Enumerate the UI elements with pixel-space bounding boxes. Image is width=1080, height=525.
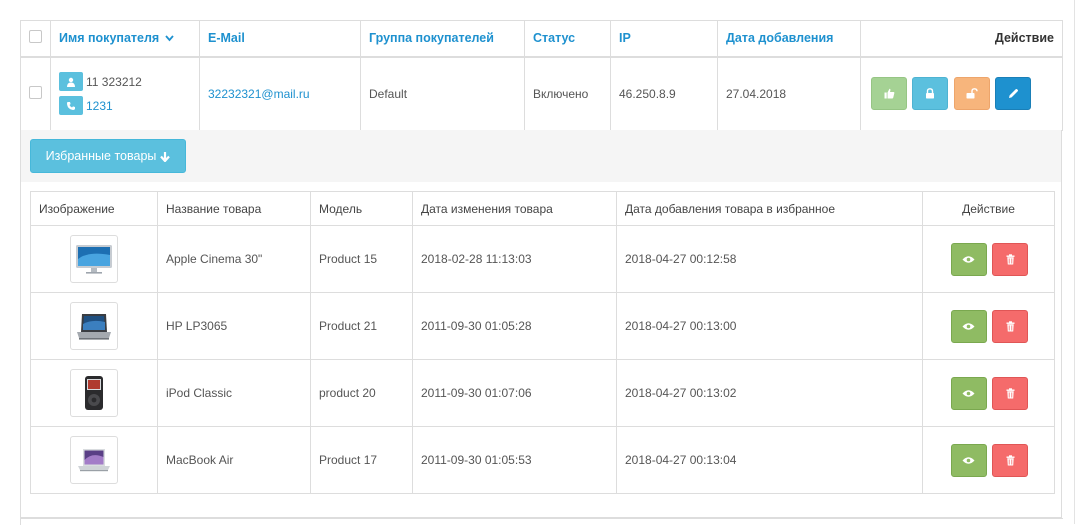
wl-product-added: 2018-04-27 00:13:02 <box>616 359 923 427</box>
wl-product-added: 2018-04-27 00:12:58 <box>616 225 923 293</box>
pencil-icon <box>1008 89 1018 99</box>
customer-ip: 46.250.8.9 <box>610 56 718 131</box>
trash-icon <box>1006 253 1015 264</box>
delete-product-button[interactable] <box>992 376 1029 410</box>
wishlist-row: Apple Cinema 30" Product 15 2018-02-28 1… <box>30 225 1055 293</box>
edit-button[interactable] <box>995 77 1032 111</box>
delete-product-button[interactable] <box>992 242 1029 276</box>
unlock-button[interactable] <box>953 77 990 111</box>
eye-icon <box>962 389 975 397</box>
wl-col-action: Действие <box>922 191 1055 226</box>
user-icon[interactable] <box>59 72 83 92</box>
wl-product-name: Apple Cinema 30" <box>157 225 311 293</box>
eye-icon <box>962 255 975 263</box>
macbook-thumbnail-icon[interactable] <box>70 436 118 484</box>
wl-actions-cell <box>922 292 1055 360</box>
delete-product-button[interactable] <box>992 309 1029 343</box>
wl-product-model: Product 15 <box>310 225 413 293</box>
laptop-thumbnail-icon[interactable] <box>70 302 118 350</box>
chevron-down-icon <box>165 34 174 45</box>
wl-product-modified: 2011-09-30 01:05:53 <box>412 426 617 494</box>
wishlist-table-wrap: Изображение Название товара Модель Дата … <box>21 182 1061 517</box>
col-header-ip[interactable]: IP <box>610 20 718 58</box>
wl-product-model: Product 17 <box>310 426 413 494</box>
lock-button[interactable] <box>912 77 949 111</box>
monitor-thumbnail-icon[interactable] <box>70 235 118 283</box>
delete-product-button[interactable] <box>992 443 1029 477</box>
wl-product-model: product 20 <box>310 359 413 427</box>
wishlist-row: MacBook Air Product 17 2011-09-30 01:05:… <box>30 426 1055 494</box>
wl-product-modified: 2011-09-30 01:07:06 <box>412 359 617 427</box>
wishlist-table: Изображение Название товара Модель Дата … <box>30 191 1055 494</box>
trash-icon <box>1006 387 1015 398</box>
wl-col-modified: Дата изменения товара <box>412 191 617 226</box>
eye-icon <box>962 322 975 330</box>
wl-product-name: MacBook Air <box>157 426 311 494</box>
wishlist-toggle-label: Избранные товары <box>45 149 157 163</box>
arrow-down-icon <box>160 151 171 162</box>
customer-status: Включено <box>524 56 611 131</box>
wl-actions-cell <box>922 225 1055 293</box>
wishlist-toggle-button[interactable]: Избранные товары <box>30 139 186 173</box>
customer-phone-line: 1231 <box>59 94 191 118</box>
wl-product-name: iPod Classic <box>157 359 311 427</box>
wl-product-model: Product 21 <box>310 292 413 360</box>
customer-date-added: 27.04.2018 <box>717 56 861 131</box>
view-product-button[interactable] <box>950 242 987 276</box>
customers-table: Имя покупателя E-Mail Группа покупателей… <box>20 20 1063 131</box>
customer-name-line: 11 323212 <box>59 70 191 94</box>
view-product-button[interactable] <box>950 376 987 410</box>
col-header-group[interactable]: Группа покупателей <box>360 20 525 58</box>
ipod-thumbnail-icon[interactable] <box>70 369 118 417</box>
col-header-name[interactable]: Имя покупателя <box>50 20 200 58</box>
wishlist-header-row: Изображение Название товара Модель Дата … <box>30 191 1055 226</box>
customer-name: 11 323212 <box>86 74 142 89</box>
col-header-action: Действие <box>860 20 1063 58</box>
trash-icon <box>1006 454 1015 465</box>
view-product-button[interactable] <box>950 309 987 343</box>
col-header-status[interactable]: Статус <box>524 20 611 58</box>
customers-header-row: Имя покупателя E-Mail Группа покупателей… <box>20 20 1063 58</box>
customer-group: Default <box>360 56 525 131</box>
wl-product-modified: 2011-09-30 01:05:28 <box>412 292 617 360</box>
wl-image-cell <box>30 426 158 494</box>
wl-col-model: Модель <box>310 191 413 226</box>
col-header-name-label: Имя покупателя <box>59 31 160 46</box>
wl-actions-cell <box>922 426 1055 494</box>
view-product-button[interactable] <box>950 443 987 477</box>
wishlist-row: HP LP3065 Product 21 2011-09-30 01:05:28… <box>30 292 1055 360</box>
unlock-icon <box>966 88 978 99</box>
thumbs-up-icon <box>884 89 894 99</box>
wl-product-added: 2018-04-27 00:13:04 <box>616 426 923 494</box>
customer-phone-link[interactable]: 1231 <box>86 99 113 113</box>
wl-product-added: 2018-04-27 00:13:00 <box>616 292 923 360</box>
eye-icon <box>962 456 975 464</box>
col-header-email[interactable]: E-Mail <box>199 20 361 58</box>
select-all-checkbox[interactable] <box>29 30 42 44</box>
wl-product-name: HP LP3065 <box>157 292 311 360</box>
approve-button[interactable] <box>871 77 907 111</box>
wl-image-cell <box>30 292 158 360</box>
wl-col-image: Изображение <box>30 191 158 226</box>
row-checkbox[interactable] <box>29 85 42 99</box>
phone-icon[interactable] <box>59 96 83 116</box>
customer-email-link[interactable]: 32232321@mail.ru <box>208 87 310 101</box>
customer-row: 11 323212 1231 32232321@mail.ru Default … <box>20 56 1063 131</box>
wl-image-cell <box>30 359 158 427</box>
customer-email-cell: 32232321@mail.ru <box>199 56 361 131</box>
wl-actions-cell <box>922 359 1055 427</box>
row-select-cell <box>20 56 51 131</box>
wl-col-name: Название товара <box>157 191 311 226</box>
col-header-date-added[interactable]: Дата добавления <box>717 20 861 58</box>
wl-image-cell <box>30 225 158 293</box>
customer-actions-cell <box>860 56 1063 131</box>
lock-icon <box>926 88 935 99</box>
wl-product-modified: 2018-02-28 11:13:03 <box>412 225 617 293</box>
wishlist-row: iPod Classic product 20 2011-09-30 01:07… <box>30 359 1055 427</box>
trash-icon <box>1006 320 1015 331</box>
wishlist-expanded-panel: Избранные товары Изображение Название то… <box>20 130 1062 518</box>
customer-contact-cell: 11 323212 1231 <box>50 56 200 131</box>
select-all-cell <box>20 20 51 58</box>
wl-col-added: Дата добавления товара в избранное <box>616 191 923 226</box>
